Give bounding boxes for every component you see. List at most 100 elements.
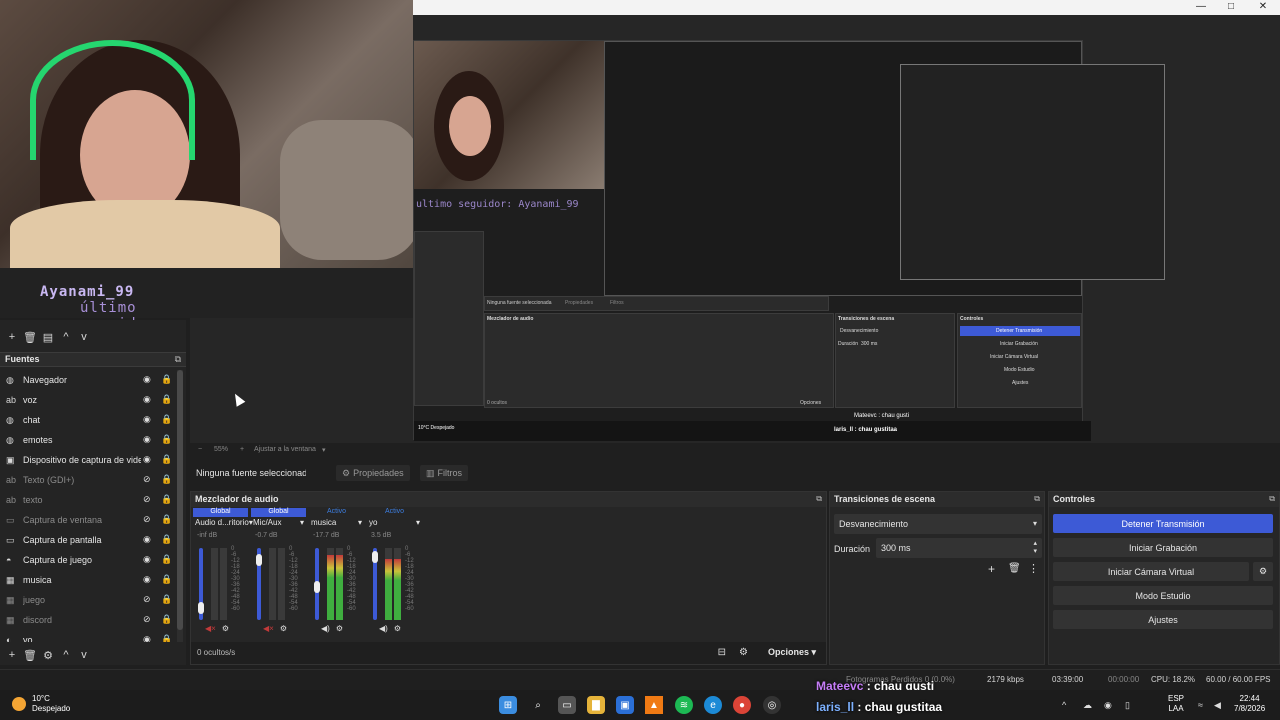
volume-slider[interactable] [198, 548, 204, 620]
sources-scrollbar[interactable] [177, 370, 183, 642]
float-icon[interactable]: ⧉ [1034, 494, 1040, 504]
slider-handle[interactable] [256, 554, 262, 566]
more-icon[interactable]: ⋮ [1028, 562, 1039, 575]
lock-icon[interactable]: 🔒 [161, 514, 172, 525]
add-transition-icon[interactable]: + [988, 562, 995, 576]
source-item[interactable]: ab Texto (GDI+) ⊘ 🔒 [0, 470, 186, 490]
source-item[interactable]: ▦ juego ⊘ 🔒 [0, 590, 186, 610]
move-down-icon[interactable]: v [77, 648, 91, 662]
properties-button[interactable]: ⚙ Propiedades [336, 465, 410, 481]
float-icon[interactable]: ⧉ [1269, 494, 1275, 504]
gear-icon[interactable]: ⚙ [41, 648, 55, 662]
add-source-icon[interactable]: + [5, 648, 19, 662]
filter-icon[interactable]: ▤ [41, 330, 55, 344]
lock-icon[interactable]: 🔒 [161, 614, 172, 625]
source-item[interactable]: ◐ yo ◉ 🔒 [0, 630, 186, 642]
chrome-icon[interactable]: ● [733, 696, 751, 714]
weather-widget[interactable]: 10°C Despejado [12, 694, 70, 714]
lock-icon[interactable]: 🔒 [161, 534, 172, 545]
eye-off-icon[interactable]: ⊘ [143, 494, 151, 505]
channel-name-select[interactable]: yo ▾ [367, 517, 422, 529]
eye-icon[interactable]: ◉ [143, 634, 151, 642]
volume-slider[interactable] [314, 548, 320, 620]
lock-icon[interactable]: 🔒 [161, 494, 172, 505]
windows-start-icon[interactable]: ⊞ [499, 696, 517, 714]
lock-icon[interactable]: 🔒 [161, 394, 172, 405]
source-item[interactable]: ▦ musica ◉ 🔒 [0, 570, 186, 590]
eye-icon[interactable]: ◉ [143, 394, 151, 405]
filters-button[interactable]: ▥ Filtros [420, 465, 469, 481]
add-icon[interactable]: + [5, 330, 19, 344]
speaker-icon[interactable]: ◀) [379, 624, 388, 633]
lock-icon[interactable]: 🔒 [161, 414, 172, 425]
trash-icon[interactable]: 🗑 [1008, 563, 1021, 574]
source-item[interactable]: ◓ Captura de juego ◉ 🔒 [0, 550, 186, 570]
layout-icon[interactable]: ⊟ [718, 647, 726, 658]
remove-source-icon[interactable]: 🗑 [23, 648, 37, 662]
gear-icon[interactable]: ⚙ [336, 624, 343, 633]
eye-off-icon[interactable]: ⊘ [143, 474, 151, 485]
eye-icon[interactable]: ◉ [143, 574, 151, 585]
source-item[interactable]: ▦ discord ⊘ 🔒 [0, 610, 186, 630]
lock-icon[interactable]: 🔒 [161, 554, 172, 565]
stepper-icon[interactable]: ▴ ▾ [1033, 539, 1037, 555]
studio-mode-button[interactable]: Modo Estudio [1053, 586, 1273, 605]
slider-handle[interactable] [198, 602, 204, 614]
float-icon[interactable]: ⧉ [175, 354, 181, 365]
gear-icon[interactable]: ⚙ [394, 624, 401, 633]
volume-icon[interactable]: ◀ [1214, 700, 1221, 711]
move-down-icon[interactable]: v [77, 330, 91, 344]
obs-icon[interactable]: ◎ [763, 696, 781, 714]
file-explorer-icon[interactable]: ▇ [587, 696, 605, 714]
muted-speaker-icon[interactable]: ◀× [263, 624, 274, 633]
slider-handle[interactable] [372, 551, 378, 563]
clock[interactable]: 22:44 7/8/2026 [1234, 694, 1265, 714]
settings-button[interactable]: Ajustes [1053, 610, 1273, 629]
trash-icon[interactable]: 🗑 [23, 330, 37, 344]
volume-slider[interactable] [372, 548, 378, 620]
chevron-up-icon[interactable]: ^ [1062, 700, 1066, 710]
start-recording-button[interactable]: Iniciar Grabación [1053, 538, 1273, 557]
eye-off-icon[interactable]: ⊘ [143, 594, 151, 605]
muted-speaker-icon[interactable]: ◀× [205, 624, 216, 633]
slider-handle[interactable] [314, 581, 320, 593]
eye-icon[interactable]: ◉ [143, 434, 151, 445]
start-virtual-cam-button[interactable]: Iniciar Cámara Virtual [1053, 562, 1249, 581]
maximize-button[interactable]: □ [1223, 1, 1239, 12]
lock-icon[interactable]: 🔒 [161, 474, 172, 485]
lock-icon[interactable]: 🔒 [161, 454, 172, 465]
source-item[interactable]: ▣ Dispositivo de captura de vide ◉ 🔒 [0, 450, 186, 470]
lock-icon[interactable]: 🔒 [161, 634, 172, 642]
edge-icon[interactable]: e [704, 696, 722, 714]
speaker-icon[interactable]: ◀) [321, 624, 330, 633]
source-item[interactable]: ◍ emotes ◉ 🔒 [0, 430, 186, 450]
fit-window-label[interactable]: Ajustar a la ventana [254, 446, 316, 453]
vlc-icon[interactable]: ▲ [645, 696, 663, 714]
float-icon[interactable]: ⧉ [816, 494, 822, 504]
volume-slider[interactable] [256, 548, 262, 620]
eye-icon[interactable]: ◉ [143, 374, 151, 385]
source-item[interactable]: ab texto ⊘ 🔒 [0, 490, 186, 510]
source-item[interactable]: ▭ Captura de ventana ⊘ 🔒 [0, 510, 186, 530]
source-item[interactable]: ab voz ◉ 🔒 [0, 390, 186, 410]
app-tray-icon[interactable]: ◉ [1104, 700, 1112, 711]
channel-name-select[interactable]: Audio d...ritorio ▾ [193, 517, 253, 529]
search-icon[interactable]: ⌕ [529, 696, 547, 714]
move-up-icon[interactable]: ^ [59, 330, 73, 344]
close-button[interactable]: ✕ [1255, 1, 1271, 12]
eye-icon[interactable]: ◉ [143, 454, 151, 465]
zoom-out-icon[interactable]: − [198, 446, 202, 453]
stop-stream-button[interactable]: Detener Transmisión [1053, 514, 1273, 533]
wifi-icon[interactable]: ≈ [1198, 700, 1203, 710]
eye-off-icon[interactable]: ⊘ [143, 614, 151, 625]
transition-select[interactable]: Desvanecimiento ▾ [834, 514, 1042, 534]
source-item[interactable]: ◍ chat ◉ 🔒 [0, 410, 186, 430]
battery-icon[interactable]: ▯ [1125, 700, 1130, 711]
chevron-down-icon[interactable]: ▾ [322, 446, 326, 454]
eye-icon[interactable]: ◉ [143, 534, 151, 545]
minimize-button[interactable]: — [1193, 1, 1209, 12]
lock-icon[interactable]: 🔒 [161, 594, 172, 605]
gear-icon[interactable]: ⚙ [222, 624, 229, 633]
move-up-icon[interactable]: ^ [59, 648, 73, 662]
store-icon[interactable]: ▣ [616, 696, 634, 714]
